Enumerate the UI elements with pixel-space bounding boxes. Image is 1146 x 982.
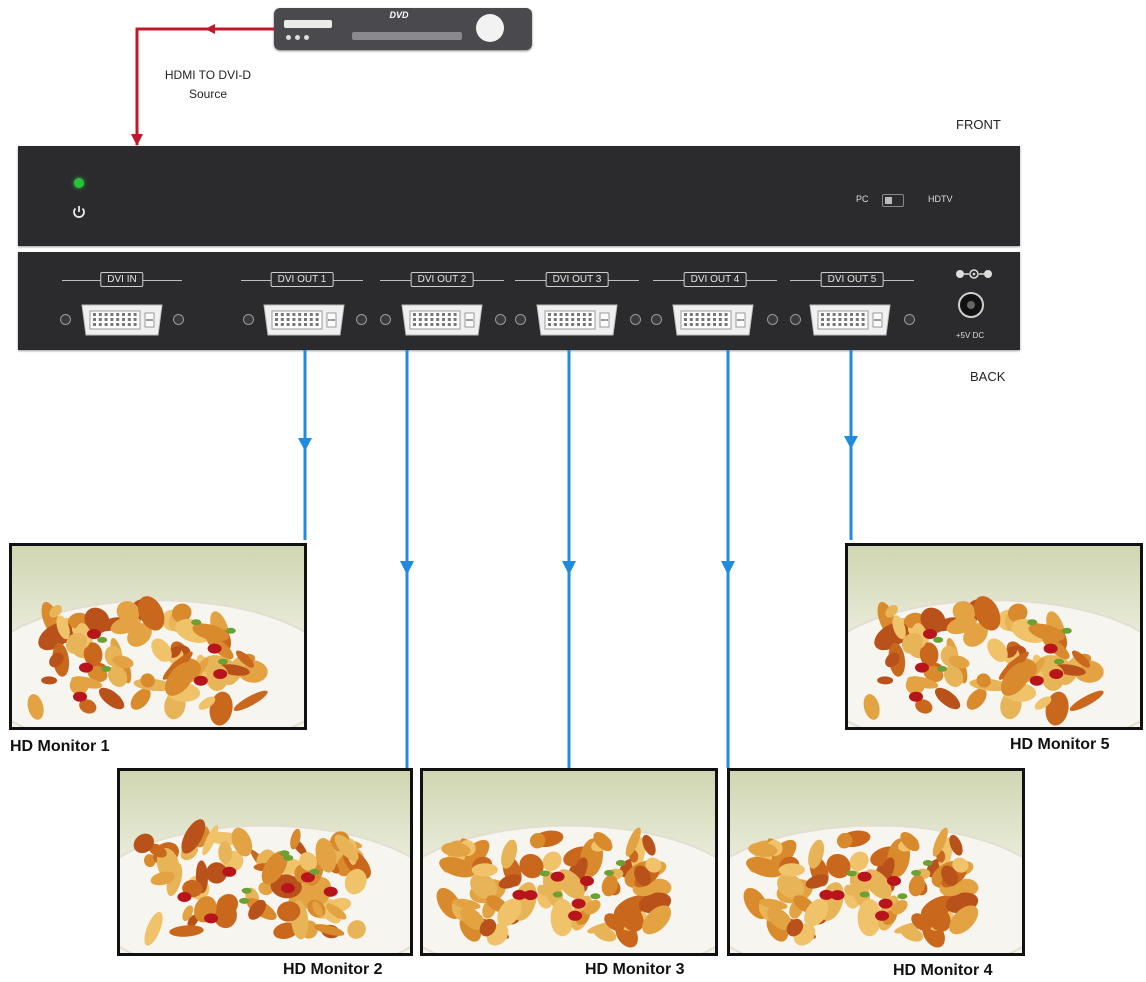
port-label-dvi-out-2: DVI OUT 2 bbox=[380, 270, 504, 290]
port-label-dvi-out-5: DVI OUT 5 bbox=[790, 270, 914, 290]
switch-toggle[interactable] bbox=[882, 194, 904, 207]
back-label: BACK bbox=[970, 369, 1006, 384]
polarity-icon bbox=[954, 267, 994, 279]
screw bbox=[630, 314, 641, 325]
front-panel: PC HDTV bbox=[18, 146, 1020, 246]
screw bbox=[904, 314, 915, 325]
hd-monitor-1 bbox=[9, 543, 307, 730]
port-label-dvi-in: DVI IN bbox=[62, 270, 182, 290]
power-led bbox=[74, 178, 84, 188]
screw bbox=[515, 314, 526, 325]
display-bar bbox=[352, 32, 462, 40]
dvi-out-2-port bbox=[398, 302, 486, 338]
screw bbox=[790, 314, 801, 325]
screw bbox=[767, 314, 778, 325]
dvi-out-4-port bbox=[669, 302, 757, 338]
monitor-caption-5: HD Monitor 5 bbox=[1010, 736, 1110, 753]
port-label-dvi-out-4: DVI OUT 4 bbox=[653, 270, 777, 290]
screw bbox=[495, 314, 506, 325]
dvd-knob bbox=[476, 14, 504, 42]
hd-monitor-3 bbox=[420, 768, 718, 956]
dvd-logo: DVD bbox=[389, 10, 409, 20]
hd-monitor-2 bbox=[117, 768, 413, 956]
monitor-caption-2: HD Monitor 2 bbox=[283, 961, 383, 978]
switch-label-pc: PC bbox=[856, 194, 869, 204]
front-label: FRONT bbox=[956, 117, 1001, 132]
monitor-caption-4: HD Monitor 4 bbox=[893, 962, 993, 979]
power-jack[interactable] bbox=[958, 292, 984, 318]
power-icon bbox=[71, 204, 87, 220]
screw bbox=[243, 314, 254, 325]
screw bbox=[380, 314, 391, 325]
dvi-out-3-port bbox=[533, 302, 621, 338]
dvi-in-port bbox=[78, 302, 166, 338]
hd-monitor-5 bbox=[845, 543, 1143, 730]
mode-switch[interactable]: PC HDTV bbox=[856, 194, 976, 208]
dvi-out-1-port bbox=[260, 302, 348, 338]
screw bbox=[173, 314, 184, 325]
screw bbox=[356, 314, 367, 325]
power-label: +5V DC bbox=[955, 331, 985, 340]
cable-label: HDMI TO DVI-D Source bbox=[148, 66, 268, 104]
dvd-player: DVD bbox=[274, 8, 532, 50]
disc-slot bbox=[284, 20, 332, 28]
port-label-dvi-out-1: DVI OUT 1 bbox=[241, 270, 363, 290]
dvi-out-5-port bbox=[806, 302, 894, 338]
hd-monitor-4 bbox=[727, 768, 1025, 956]
monitor-caption-1: HD Monitor 1 bbox=[10, 738, 110, 755]
monitor-caption-3: HD Monitor 3 bbox=[585, 961, 685, 978]
port-label-dvi-out-3: DVI OUT 3 bbox=[515, 270, 639, 290]
switch-label-hdtv: HDTV bbox=[928, 194, 953, 204]
indicator-dots bbox=[286, 35, 316, 41]
screw bbox=[60, 314, 71, 325]
cable-label-line2: Source bbox=[188, 87, 228, 101]
screw bbox=[651, 314, 662, 325]
cable-label-line1: HDMI TO DVI-D bbox=[164, 68, 252, 82]
